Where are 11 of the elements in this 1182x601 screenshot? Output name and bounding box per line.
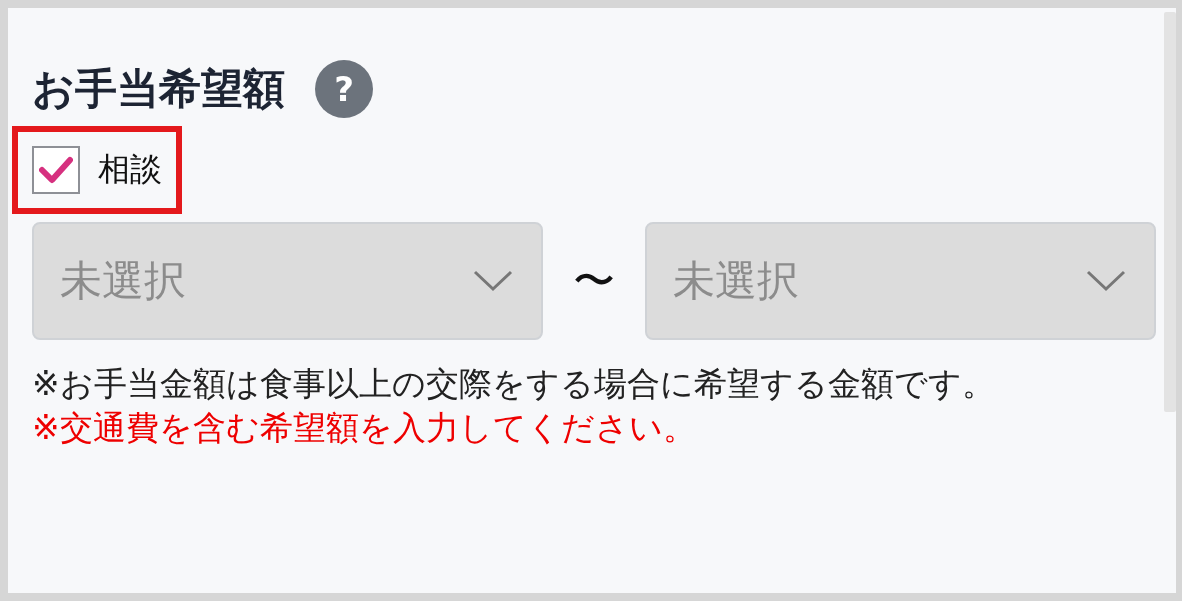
warning-note: ※交通費を含む希望額を入力してください。 <box>32 407 697 449</box>
section-title: お手当希望額 <box>32 63 285 115</box>
checkbox[interactable] <box>32 146 80 194</box>
chevron-down-icon <box>473 270 513 292</box>
note-text: ※お手当金額は食事以上の交際をする場合に希望する金額です。 <box>32 363 996 405</box>
checkbox-label: 相談 <box>98 149 162 190</box>
check-icon <box>39 156 73 184</box>
help-icon[interactable]: ? <box>315 60 373 118</box>
chevron-down-icon <box>1086 270 1126 292</box>
range-separator: 〜 <box>573 255 615 307</box>
scrollbar-thumb[interactable] <box>1164 12 1176 412</box>
